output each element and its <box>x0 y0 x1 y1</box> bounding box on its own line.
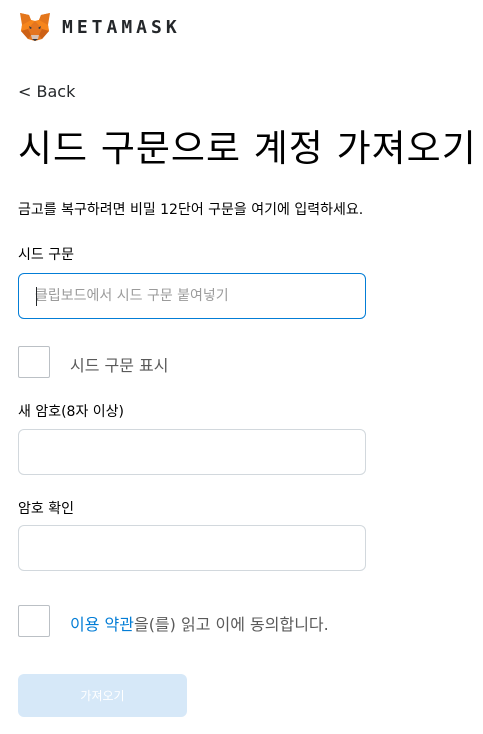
seed-phrase-input[interactable] <box>19 274 365 318</box>
terms-agree-label: 이용 약관을(를) 읽고 이에 동의합니다. <box>70 611 329 635</box>
page-title: 시드 구문으로 계정 가져오기 <box>18 127 477 170</box>
show-seed-phrase-label: 시드 구문 표시 <box>70 356 169 375</box>
terms-agree-checkbox[interactable] <box>18 605 50 637</box>
confirm-password-field <box>18 525 366 571</box>
back-link[interactable]: < Back <box>18 82 75 101</box>
seed-phrase-label: 시드 구문 <box>18 247 74 263</box>
page-description: 금고를 복구하려면 비밀 12단어 구문을 여기에 입력하세요. <box>18 202 364 218</box>
confirm-password-label: 암호 확인 <box>18 501 74 517</box>
brand-wordmark: METAMASK <box>62 16 181 38</box>
metamask-fox-icon <box>20 13 50 41</box>
terms-agree-text: 을(를) 읽고 이에 동의합니다. <box>133 615 329 634</box>
terms-of-use-link[interactable]: 이용 약관 <box>70 615 134 634</box>
new-password-label: 새 암호(8자 이상) <box>18 404 125 420</box>
text-caret <box>36 287 37 306</box>
new-password-input[interactable] <box>19 430 365 474</box>
show-seed-phrase-checkbox[interactable] <box>18 346 50 378</box>
app-header: METAMASK <box>18 10 181 44</box>
seed-phrase-field <box>18 273 366 319</box>
import-button[interactable]: 가져오기 <box>18 674 187 717</box>
new-password-field <box>18 429 366 475</box>
confirm-password-input[interactable] <box>19 526 365 570</box>
